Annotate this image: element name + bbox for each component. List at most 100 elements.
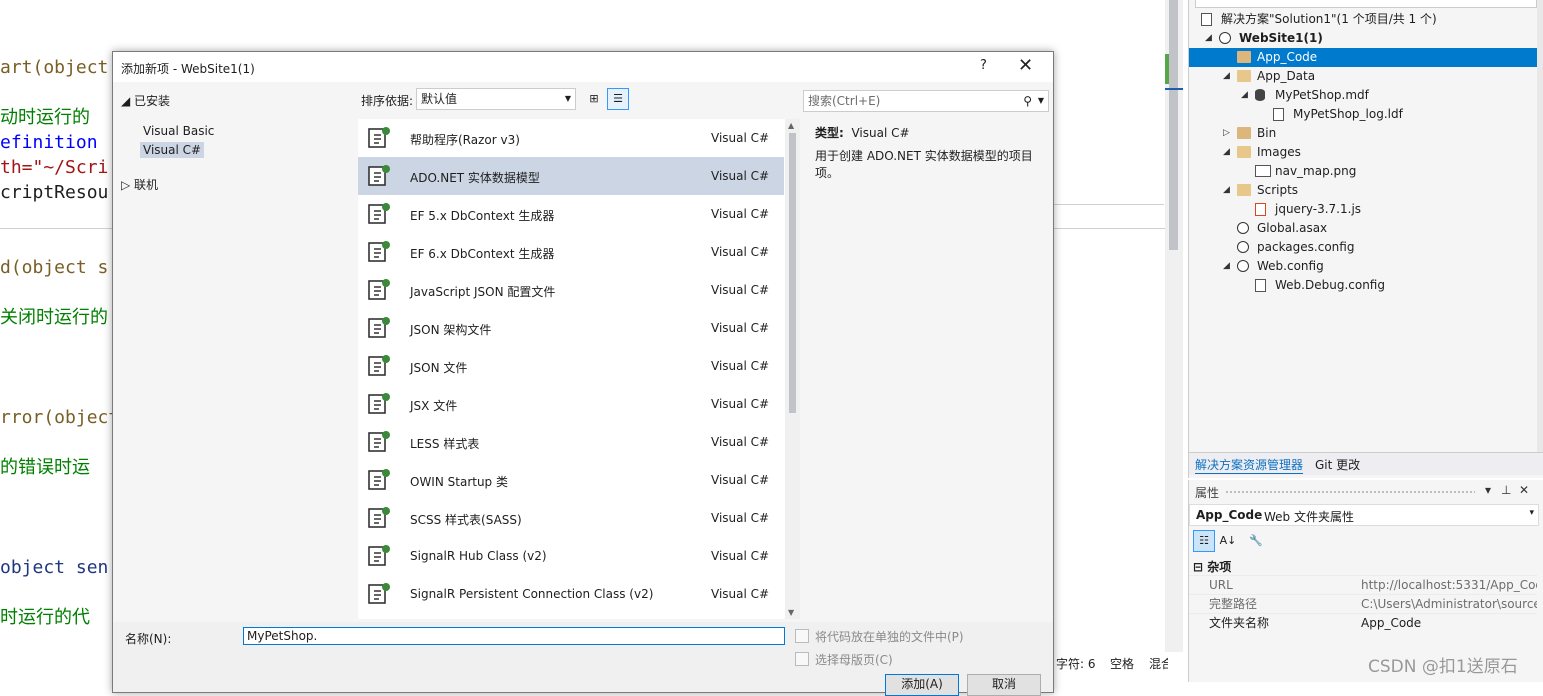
- json-file-icon: [366, 353, 392, 379]
- template-name: SCSS 样式表(SASS): [410, 513, 522, 527]
- template-name: SignalR Persistent Connection Class (v2): [410, 587, 654, 601]
- name-input[interactable]: MyPetShop.: [243, 627, 785, 645]
- separate-file-checkbox[interactable]: 将代码放在单独的文件中(P): [795, 628, 964, 645]
- close-icon[interactable]: ✕: [1519, 483, 1529, 497]
- tree-item[interactable]: 解决方案"Solution1"(1 个项目/共 1 个): [1189, 10, 1537, 29]
- wrench-icon[interactable]: 🔧: [1245, 530, 1267, 552]
- template-item[interactable]: ADO.NET 实体数据模型 Visual C#: [358, 157, 784, 195]
- template-item[interactable]: JavaScript JSON 配置文件 Visual C#: [358, 271, 784, 309]
- tree-item[interactable]: jquery-3.7.1.js: [1189, 200, 1537, 219]
- whitespace-mode[interactable]: 空格: [1110, 655, 1134, 672]
- tab-git-changes[interactable]: Git 更改: [1315, 456, 1360, 473]
- property-key: URL: [1209, 578, 1233, 592]
- tree-item[interactable]: App_Code: [1189, 48, 1537, 67]
- solution-scrollbar[interactable]: [1537, 0, 1543, 452]
- template-category-pane: ◢ 已安装 Visual Basic Visual C# ▷ 联机: [113, 82, 353, 622]
- solution-search-input[interactable]: [1195, 0, 1537, 8]
- code-line: art(object: [0, 57, 109, 78]
- editor-scrollbar[interactable]: [1165, 0, 1183, 652]
- tree-item[interactable]: ◢ MyPetShop.mdf: [1189, 86, 1537, 105]
- tree-item-label: Web.Debug.config: [1275, 278, 1385, 292]
- template-item[interactable]: JSON 文件 Visual C#: [358, 347, 784, 385]
- master-page-checkbox[interactable]: 选择母版页(C): [795, 651, 893, 668]
- tab-solution-explorer[interactable]: 解决方案资源管理器: [1195, 456, 1304, 474]
- template-item[interactable]: LESS 样式表 Visual C#: [358, 423, 784, 461]
- json-config-icon: [366, 277, 392, 303]
- template-item[interactable]: SignalR Hub Class (v2) Visual C#: [358, 537, 784, 575]
- expand-arrow-icon[interactable]: ◢: [1223, 181, 1230, 200]
- expand-arrow-icon[interactable]: ◢: [1205, 29, 1212, 48]
- template-item[interactable]: SignalR Persistent Connection Class (v2)…: [358, 575, 784, 613]
- chevron-down-icon: ▼: [564, 94, 571, 103]
- property-key: 文件夹名称: [1209, 616, 1270, 630]
- tree-item[interactable]: Web.Debug.config: [1189, 276, 1537, 295]
- template-item[interactable]: OWIN Startup 类 Visual C#: [358, 461, 784, 499]
- folder-open-icon: [1237, 184, 1251, 196]
- template-item[interactable]: 帮助程序(Razor v3) Visual C#: [358, 119, 784, 157]
- template-language: Visual C#: [711, 207, 770, 221]
- property-category[interactable]: ⊟ 杂项: [1193, 558, 1231, 575]
- jsx-file-icon: [366, 391, 392, 417]
- editor-status-bar: 字符: 6 空格 混合: [1052, 652, 1168, 672]
- expand-arrow-icon[interactable]: ▷: [1223, 124, 1230, 143]
- scroll-up-icon[interactable]: ▲: [788, 121, 794, 130]
- tree-item[interactable]: ◢ App_Data: [1189, 67, 1537, 86]
- add-button[interactable]: 添加(A): [885, 674, 959, 696]
- cancel-button[interactable]: 取消: [967, 674, 1041, 696]
- tree-item[interactable]: packages.config: [1189, 238, 1537, 257]
- tree-item-label: nav_map.png: [1275, 164, 1357, 178]
- expand-arrow-icon[interactable]: ◢: [1223, 67, 1230, 86]
- category-installed[interactable]: ◢ 已安装: [121, 92, 170, 109]
- tree-item[interactable]: nav_map.png: [1189, 162, 1537, 181]
- dropdown-arrow-icon[interactable]: ▾: [1485, 483, 1491, 497]
- close-button[interactable]: ✕: [1018, 55, 1033, 76]
- tree-item[interactable]: Global.asax: [1189, 219, 1537, 238]
- tree-item[interactable]: ◢ Web.config: [1189, 257, 1537, 276]
- categorized-icon[interactable]: ☷: [1193, 530, 1215, 552]
- expand-arrow-icon[interactable]: ◢: [1223, 257, 1230, 276]
- template-language: Visual C#: [711, 587, 770, 601]
- tree-item[interactable]: ◢ Scripts: [1189, 181, 1537, 200]
- alphabetical-icon[interactable]: A↓: [1217, 530, 1239, 552]
- sort-select[interactable]: 默认值 ▼: [416, 88, 576, 110]
- category-online[interactable]: ▷ 联机: [121, 176, 158, 193]
- tree-item[interactable]: ▷ Bin: [1189, 124, 1537, 143]
- scrollbar-thumb[interactable]: [789, 133, 796, 413]
- property-row[interactable]: 完整路径 C:\Users\Administrator\source: [1189, 594, 1537, 614]
- sort-label: 排序依据:: [361, 94, 414, 108]
- checkbox-box[interactable]: [795, 629, 809, 643]
- add-new-item-dialog: 添加新项 - WebSite1(1) ? ✕ ◢ 已安装 Visual Basi…: [112, 51, 1054, 696]
- property-row[interactable]: 文件夹名称 App_Code: [1189, 613, 1537, 633]
- type-label: 类型:: [815, 126, 844, 140]
- scrollbar-thumb[interactable]: [1169, 0, 1178, 250]
- tree-item[interactable]: ◢ Images: [1189, 143, 1537, 162]
- template-item[interactable]: JSX 文件 Visual C#: [358, 385, 784, 423]
- category-visual-csharp[interactable]: Visual C#: [140, 142, 205, 158]
- tree-item[interactable]: MyPetShop_log.ldf: [1189, 105, 1537, 124]
- property-row[interactable]: URL http://localhost:5331/App_Code: [1189, 575, 1537, 595]
- expand-arrow-icon[interactable]: ◢: [1241, 86, 1248, 105]
- template-search-input[interactable]: 搜索(Ctrl+E) ⚲ ▼: [803, 90, 1049, 112]
- image-icon: [1255, 165, 1271, 177]
- category-visual-basic[interactable]: Visual Basic: [143, 124, 214, 138]
- list-scrollbar[interactable]: ▲ ▼: [785, 119, 800, 619]
- line-ending-mode[interactable]: 混合: [1149, 655, 1168, 672]
- code-line: 的错误时运: [0, 457, 90, 478]
- tree-item[interactable]: ◢ WebSite1(1): [1189, 29, 1537, 48]
- template-item[interactable]: EF 5.x DbContext 生成器 Visual C#: [358, 195, 784, 233]
- list-view-icon[interactable]: ☰: [607, 88, 629, 110]
- code-line: th="~/Scri: [0, 157, 109, 178]
- template-item[interactable]: SCSS 样式表(SASS) Visual C#: [358, 499, 784, 537]
- chevron-down-icon[interactable]: ▼: [1038, 91, 1044, 111]
- grid-view-icon[interactable]: ⊞: [583, 88, 605, 110]
- pin-icon[interactable]: ⊥: [1501, 483, 1511, 497]
- property-object-selector[interactable]: App_Code Web 文件夹属性 ▾: [1189, 504, 1539, 526]
- expand-arrow-icon[interactable]: ◢: [1223, 143, 1230, 162]
- drag-grip[interactable]: [1225, 490, 1475, 494]
- help-button[interactable]: ?: [980, 58, 987, 73]
- property-value: C:\Users\Administrator\source: [1361, 597, 1537, 611]
- template-item[interactable]: JSON 架构文件 Visual C#: [358, 309, 784, 347]
- scroll-down-icon[interactable]: ▼: [788, 608, 794, 617]
- checkbox-box[interactable]: [795, 652, 809, 666]
- template-item[interactable]: EF 6.x DbContext 生成器 Visual C#: [358, 233, 784, 271]
